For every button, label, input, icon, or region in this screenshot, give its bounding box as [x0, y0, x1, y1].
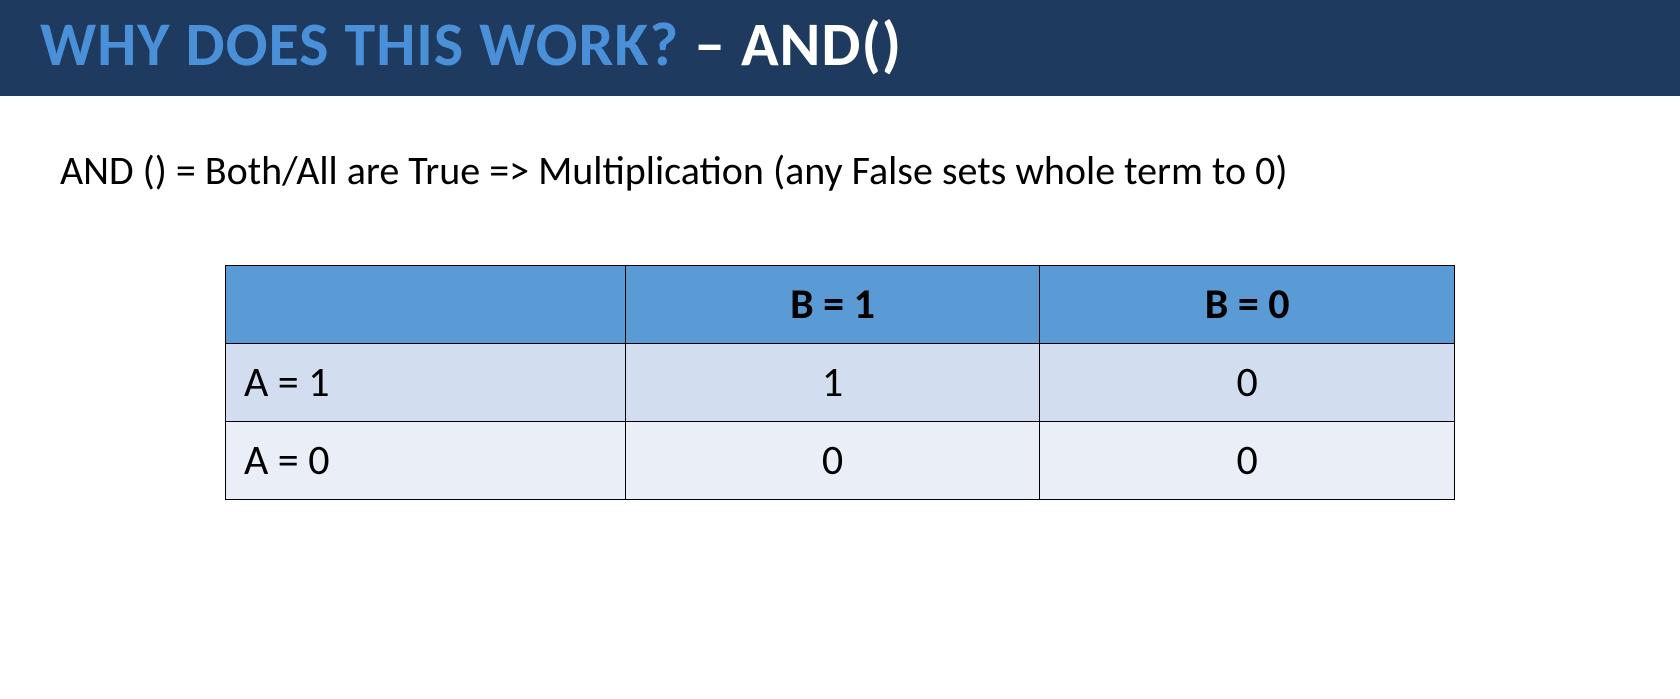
table-header-row: B = 1 B = 0 — [226, 266, 1455, 344]
truth-table-wrapper: B = 1 B = 0 A = 1 1 0 A = 0 0 0 — [60, 265, 1620, 500]
row-header-a0: A = 0 — [226, 422, 626, 500]
cell-a0-b0: 0 — [1040, 422, 1455, 500]
title-main-text: WHY DOES THIS WORK? — [40, 6, 679, 82]
cell-a1-b1: 1 — [625, 344, 1040, 422]
title-function-name: AND() — [741, 6, 902, 82]
slide-description: AND () = Both/All are True => Multiplica… — [60, 146, 1620, 195]
slide-header: WHY DOES THIS WORK? – AND() — [0, 0, 1680, 96]
cell-a1-b0: 0 — [1040, 344, 1455, 422]
row-header-a1: A = 1 — [226, 344, 626, 422]
table-row: A = 1 1 0 — [226, 344, 1455, 422]
slide-content: AND () = Both/All are True => Multiplica… — [0, 96, 1680, 500]
cell-a0-b1: 0 — [625, 422, 1040, 500]
truth-table: B = 1 B = 0 A = 1 1 0 A = 0 0 0 — [225, 265, 1455, 500]
slide-title: WHY DOES THIS WORK? – AND() — [40, 10, 1640, 78]
table-row: A = 0 0 0 — [226, 422, 1455, 500]
table-corner-cell — [226, 266, 626, 344]
col-header-b1: B = 1 — [625, 266, 1040, 344]
title-dash: – — [679, 6, 741, 82]
col-header-b0: B = 0 — [1040, 266, 1455, 344]
